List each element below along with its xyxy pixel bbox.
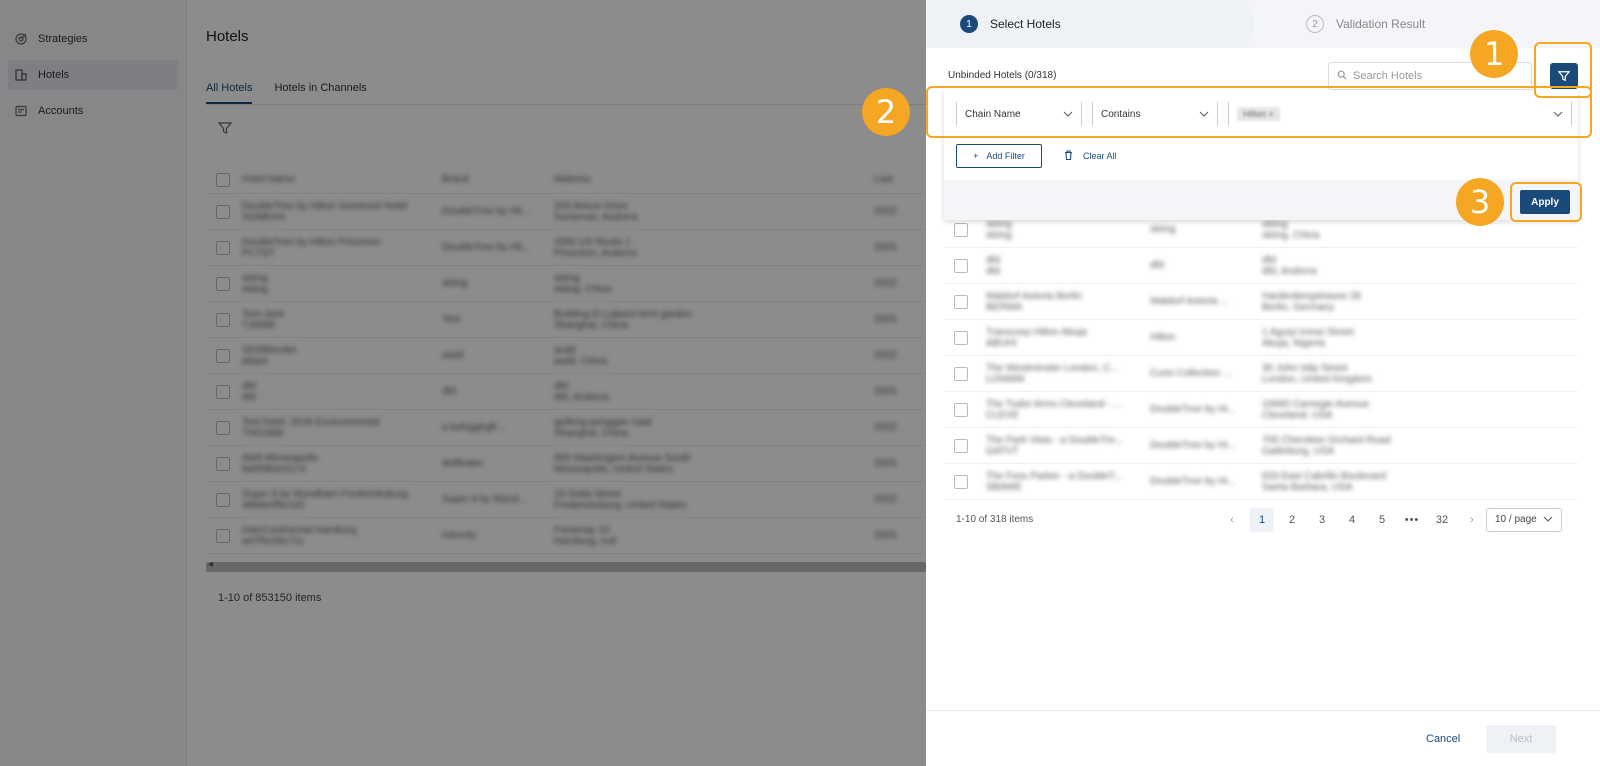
hotel-name-cell: The Fess Parker - a DoubleT... SBAWE — [986, 470, 1123, 493]
prev-page-button[interactable]: ‹ — [1220, 508, 1244, 532]
page-2[interactable]: 2 — [1280, 508, 1304, 532]
clear-all-label: Clear All — [1083, 151, 1117, 161]
row-checkbox[interactable] — [954, 366, 968, 381]
page-size-value: 10 / page — [1495, 514, 1537, 525]
row-checkbox[interactable] — [954, 474, 968, 489]
page-size-select[interactable]: 10 / page — [1486, 507, 1562, 532]
modal-overlay[interactable] — [0, 0, 926, 766]
row-checkbox[interactable] — [954, 402, 968, 417]
hotel-name-cell: Waldorf Astoria Berlin BERWA — [986, 290, 1082, 313]
hotel-name-cell: skiing skiing — [986, 218, 1012, 241]
callout-badge-1: 1 — [1470, 30, 1518, 78]
callout-highlight-2 — [926, 86, 1592, 138]
plus-icon: + — [973, 151, 979, 161]
list-item[interactable]: dfd dfd dfd dfd dfd, Andorra — [944, 248, 1578, 284]
brand-cell: Waldorf Astoria ... — [1150, 296, 1229, 307]
address-cell: dfd dfd, Andorra — [1262, 254, 1317, 277]
search-icon — [1337, 70, 1347, 83]
hotel-name-cell: dfd dfd — [986, 254, 1000, 277]
page-1[interactable]: 1 — [1250, 507, 1274, 532]
address-cell: 705 Cherokee Orchard Road Gatlinburg, USA — [1262, 434, 1391, 457]
address-cell: 10660 Carnegie Avenue Cleveland, USA — [1262, 398, 1370, 421]
cancel-button[interactable]: Cancel — [1426, 733, 1460, 745]
brand-cell: DoubleTree by Hi... — [1150, 440, 1236, 451]
address-cell: skiing skiing, China — [1262, 218, 1320, 241]
callout-badge-3: 3 — [1456, 178, 1504, 226]
step-validation-result: 2 Validation Result — [1306, 0, 1425, 48]
page-5[interactable]: 5 — [1370, 508, 1394, 532]
page-ellipsis[interactable]: ••• — [1400, 508, 1424, 532]
pagination: 1-10 of 318 items ‹ 1 2 3 4 5 ••• 32 › 1… — [944, 507, 1578, 532]
step-label: Select Hotels — [990, 17, 1061, 31]
row-checkbox[interactable] — [954, 438, 968, 453]
callout-badge-2: 2 — [862, 88, 910, 136]
list-item[interactable]: The Park Vista - a DoubleTre... GATVT Doub… — [944, 428, 1578, 464]
list-item[interactable]: Transcorp Hilton Abuja ABUHI Hilton 1 Aguiy… — [944, 320, 1578, 356]
search-placeholder: Search Hotels — [1353, 70, 1423, 82]
next-page-button[interactable]: › — [1460, 508, 1484, 532]
step-label: Validation Result — [1336, 17, 1426, 31]
list-item[interactable]: The Westminster London, C... LONWM Curio C… — [944, 356, 1578, 392]
brand-cell: Curio Collection ... — [1150, 368, 1232, 379]
address-cell: Hardenbergstrasse 28 Berlin, Germany — [1262, 290, 1361, 313]
row-checkbox[interactable] — [954, 258, 968, 273]
step-number: 1 — [960, 15, 978, 33]
brand-cell: dfd — [1150, 260, 1164, 271]
row-checkbox[interactable] — [954, 330, 968, 345]
brand-cell: Hilton — [1150, 332, 1176, 343]
hotel-name-cell: The Park Vista - a DoubleTre... GATVT — [986, 434, 1124, 457]
brand-cell: skiing — [1150, 224, 1176, 235]
callout-highlight-3 — [1510, 182, 1582, 222]
clear-all-button[interactable]: Clear All — [1064, 144, 1117, 168]
hotel-name-cell: The Tudor Arms Cleveland - ... CLEVE — [986, 398, 1122, 421]
page-32[interactable]: 32 — [1430, 508, 1454, 532]
hotel-name-cell: The Westminster London, C... LONWM — [986, 362, 1119, 385]
drawer-footer: Cancel Next — [926, 710, 1600, 766]
page-list: ‹ 1 2 3 4 5 ••• 32 › — [1220, 507, 1490, 532]
trash-icon — [1064, 150, 1073, 162]
row-checkbox[interactable] — [954, 222, 968, 237]
brand-cell: DoubleTree by Hi... — [1150, 404, 1236, 415]
address-cell: 633 East Cabrillo Boulevard Santa Barbara… — [1262, 470, 1386, 493]
pagination-count: 1-10 of 318 items — [956, 514, 1034, 525]
row-checkbox[interactable] — [954, 294, 968, 309]
add-filter-label: Add Filter — [986, 151, 1025, 161]
page-4[interactable]: 4 — [1340, 508, 1364, 532]
page-3[interactable]: 3 — [1310, 508, 1334, 532]
chevron-down-icon — [1543, 514, 1553, 525]
address-cell: 1 Aguiyi Ironsi Street Abuja, Nigeria — [1262, 326, 1354, 349]
step-number: 2 — [1306, 15, 1324, 33]
add-filter-button[interactable]: + Add Filter — [956, 144, 1042, 168]
list-item[interactable]: The Fess Parker - a DoubleT... SBAWE Doubl… — [944, 464, 1578, 500]
address-cell: 30 John Islip Street London, United Kingd… — [1262, 362, 1373, 385]
hotel-name-cell: Transcorp Hilton Abuja ABUHI — [986, 326, 1087, 349]
step-select-hotels: 1 Select Hotels — [926, 0, 1256, 48]
next-button[interactable]: Next — [1486, 725, 1556, 753]
unbinded-hotels-label: Unbinded Hotels (0/318) — [948, 70, 1057, 81]
list-item[interactable]: The Tudor Arms Cleveland - ... CLEVE Doubl… — [944, 392, 1578, 428]
list-item[interactable]: Waldorf Astoria Berlin BERWA Waldorf Astor… — [944, 284, 1578, 320]
brand-cell: DoubleTree by Hi... — [1150, 476, 1236, 487]
hotel-list: skiing skiing skiing skiing skiing, China dfd… — [944, 212, 1578, 500]
